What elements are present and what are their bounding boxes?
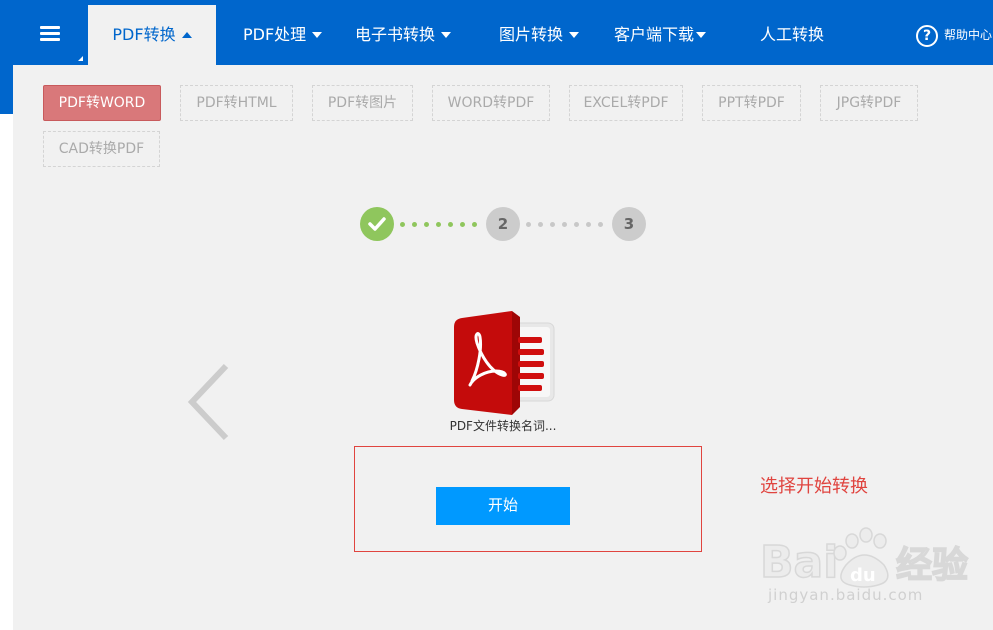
annotation-text: 选择开始转换 <box>760 476 868 497</box>
nav-pdf-convert[interactable]: PDF转换 <box>88 5 216 65</box>
step-3: 3 <box>612 207 646 241</box>
question-circle-icon: ? <box>916 24 938 47</box>
tab-word-to-pdf[interactable]: WORD转PDF <box>432 85 550 121</box>
start-button[interactable]: 开始 <box>436 487 570 525</box>
tab-pdf-to-html[interactable]: PDF转HTML <box>180 85 293 121</box>
top-nav: PDF转换 PDF处理 电子书转换 图片转换 客户端下载 人工转换 ? 帮助中心 <box>0 0 993 65</box>
progress-dot <box>550 222 555 227</box>
help-center-link[interactable]: ? 帮助中心 <box>916 23 992 47</box>
nav-image-convert[interactable]: 图片转换 <box>499 0 580 65</box>
tab-jpg-to-pdf[interactable]: JPG转PDF <box>820 85 918 121</box>
progress-dot <box>448 222 453 227</box>
progress-dot <box>562 222 567 227</box>
progress-dot <box>436 222 441 227</box>
step-1 <box>360 207 394 241</box>
progress-dot <box>400 222 405 227</box>
progress-dot <box>538 222 543 227</box>
progress-dot <box>460 222 465 227</box>
tab-pdf-to-image[interactable]: PDF转图片 <box>312 85 413 121</box>
progress-dot <box>526 222 531 227</box>
check-icon <box>368 217 386 231</box>
caret-down-icon <box>696 32 707 38</box>
tab-pdf-to-word[interactable]: PDF转WORD <box>43 85 161 121</box>
step-2: 2 <box>486 207 520 241</box>
corner-mark <box>78 56 83 61</box>
nav-edge <box>0 65 13 114</box>
nav-pdf-process[interactable]: PDF处理 <box>243 0 323 65</box>
caret-up-icon <box>181 32 192 38</box>
progress-dot <box>424 222 429 227</box>
svg-text:经验: 经验 <box>896 545 968 586</box>
nav-manual-convert[interactable]: 人工转换 <box>760 0 824 65</box>
caret-down-icon <box>569 32 580 38</box>
hamburger-icon <box>40 26 60 41</box>
pdf-file-icon[interactable] <box>450 311 556 415</box>
svg-text:Bai: Bai <box>760 537 838 588</box>
progress-dot <box>598 222 603 227</box>
nav-ebook-convert[interactable]: 电子书转换 <box>355 0 452 65</box>
caret-down-icon <box>441 32 452 38</box>
svg-text:du: du <box>850 565 876 586</box>
nav-client-download[interactable]: 客户端下载 <box>614 0 707 65</box>
watermark-url: jingyan.baidu.com <box>768 586 924 604</box>
progress-dot <box>472 222 477 227</box>
menu-button[interactable] <box>0 0 88 65</box>
file-name: PDF文件转换名词... <box>449 419 557 433</box>
caret-down-icon <box>312 32 323 38</box>
chevron-left-icon[interactable] <box>186 362 230 442</box>
progress-dot <box>586 222 591 227</box>
tab-excel-to-pdf[interactable]: EXCEL转PDF <box>569 85 683 121</box>
progress-dot <box>412 222 417 227</box>
tab-ppt-to-pdf[interactable]: PPT转PDF <box>702 85 801 121</box>
progress-dot <box>574 222 579 227</box>
tab-cad-to-pdf[interactable]: CAD转换PDF <box>43 131 160 167</box>
